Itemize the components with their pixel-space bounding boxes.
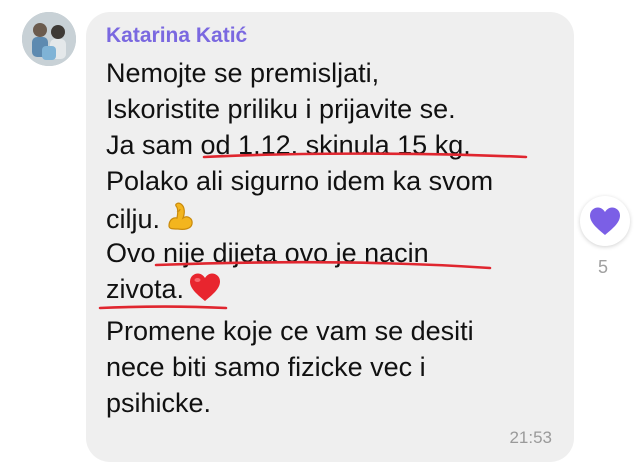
red-heart-icon bbox=[188, 272, 222, 310]
message-bubble[interactable]: Katarina Katić Nemojte se premisljati, I… bbox=[86, 12, 574, 462]
sender-avatar[interactable] bbox=[22, 12, 76, 66]
message-line: Polako ali sigurno idem ka svom bbox=[106, 166, 494, 196]
flexed-biceps-icon bbox=[164, 200, 196, 240]
message-line: Nemojte se premisljati, bbox=[106, 58, 380, 88]
message-line: cilju. bbox=[106, 200, 196, 240]
sender-name[interactable]: Katarina Katić bbox=[106, 24, 247, 48]
message-row: Katarina Katić Nemojte se premisljati, I… bbox=[0, 0, 640, 472]
message-line: zivota. bbox=[106, 272, 222, 310]
message-line: Promene koje ce vam se desiti bbox=[106, 316, 474, 346]
purple-heart-icon bbox=[590, 207, 620, 235]
message-line: Ovo nije dijeta ovo je nacin bbox=[106, 238, 429, 268]
message-line: nece biti samo fizicke vec i bbox=[106, 352, 426, 382]
message-text: cilju. bbox=[106, 204, 161, 234]
reaction-count[interactable]: 5 bbox=[598, 257, 608, 278]
message-line: Iskoristite priliku i prijavite se. bbox=[106, 94, 456, 124]
message-line: Ja sam od 1.12. skinula 15 kg. bbox=[106, 130, 471, 160]
message-line: psihicke. bbox=[106, 388, 212, 418]
reaction-button[interactable] bbox=[580, 196, 630, 246]
message-timestamp: 21:53 bbox=[509, 428, 552, 447]
message-text: zivota. bbox=[106, 274, 185, 304]
